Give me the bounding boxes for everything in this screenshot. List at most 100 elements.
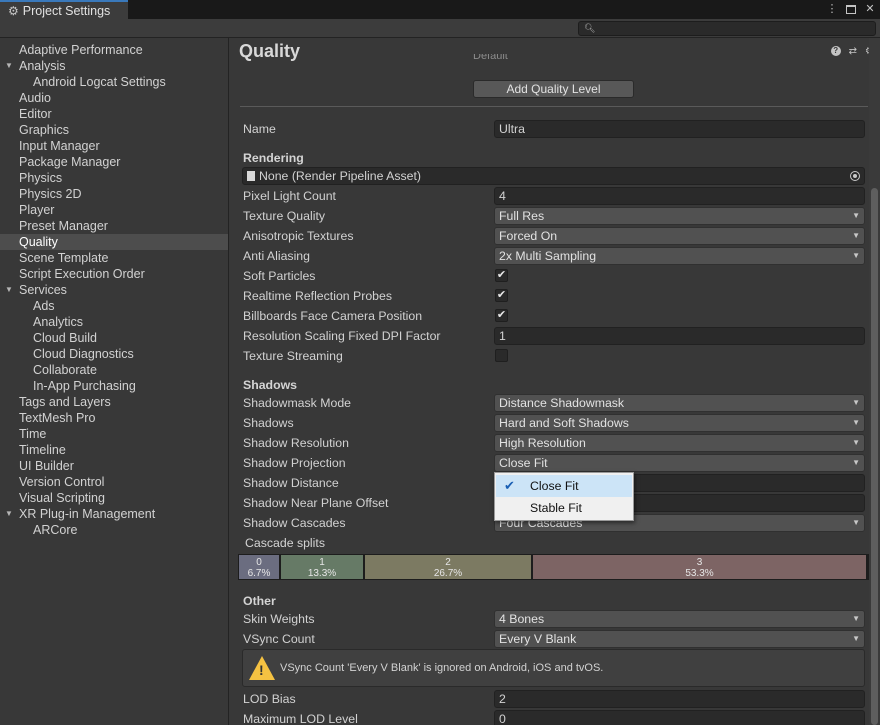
sidebar-item[interactable]: Package Manager: [0, 154, 228, 170]
shadows-dropdown[interactable]: Hard and Soft Shadows▼: [494, 414, 865, 432]
soft-particles-checkbox[interactable]: ✔: [495, 269, 508, 282]
sidebar-item[interactable]: Script Execution Order: [0, 266, 228, 282]
max-lod-field[interactable]: 0: [494, 710, 865, 725]
close-icon[interactable]: ✕: [864, 0, 876, 19]
sidebar-item[interactable]: Tags and Layers: [0, 394, 228, 410]
sidebar-item-label: TextMesh Pro: [19, 411, 95, 425]
pixel-light-count-field[interactable]: 4: [494, 187, 865, 205]
sidebar-item[interactable]: Ads: [0, 298, 228, 314]
sidebar-item-label: Time: [19, 427, 46, 441]
name-field[interactable]: Ultra: [494, 120, 865, 138]
shadow-projection-popup: ✔Close Fit Stable Fit: [494, 472, 634, 521]
dropdown-value: High Resolution: [499, 436, 586, 450]
cascade-split-segment[interactable]: 113.3%: [281, 555, 363, 579]
expand-arrow-icon[interactable]: ▼: [5, 282, 13, 298]
shadow-resolution-row: Shadow Resolution High Resolution▼: [243, 434, 865, 452]
expand-arrow-icon[interactable]: ▼: [5, 58, 13, 74]
sidebar-item-label: UI Builder: [19, 459, 74, 473]
add-quality-level-button[interactable]: Add Quality Level: [473, 80, 634, 98]
anisotropic-row: Anisotropic Textures Forced On▼: [243, 227, 865, 245]
lod-bias-field[interactable]: 2: [494, 690, 865, 708]
sidebar-item[interactable]: Graphics: [0, 122, 228, 138]
sidebar-item[interactable]: Preset Manager: [0, 218, 228, 234]
sidebar-item[interactable]: Visual Scripting: [0, 490, 228, 506]
cascade-split-segment[interactable]: 06.7%: [239, 555, 279, 579]
sidebar-item[interactable]: Collaborate: [0, 362, 228, 378]
sidebar-item[interactable]: Version Control: [0, 474, 228, 490]
sidebar-item-label: Preset Manager: [19, 219, 108, 233]
sidebar-item-label: Audio: [19, 91, 51, 105]
sidebar-item[interactable]: Input Manager: [0, 138, 228, 154]
popup-option[interactable]: ✔Close Fit: [496, 475, 632, 497]
sidebar-item[interactable]: Editor: [0, 106, 228, 122]
toolbar: 🔍︎: [0, 19, 880, 38]
anti-aliasing-dropdown[interactable]: 2x Multi Sampling▼: [494, 247, 865, 265]
cascade-splits-bar[interactable]: 06.7%113.3%226.7%353.3%: [238, 554, 869, 580]
max-lod-row: Maximum LOD Level 0: [243, 710, 865, 725]
sidebar-item[interactable]: TextMesh Pro: [0, 410, 228, 426]
gear-icon: ⚙: [8, 4, 19, 18]
sidebar-item[interactable]: Physics 2D: [0, 186, 228, 202]
sidebar-item[interactable]: UI Builder: [0, 458, 228, 474]
max-lod-label: Maximum LOD Level: [243, 711, 358, 725]
more-options-icon[interactable]: ⋮: [826, 0, 838, 19]
shadow-projection-dropdown[interactable]: Close Fit▼: [494, 454, 865, 472]
sidebar-item[interactable]: Adaptive Performance: [0, 42, 228, 58]
shadow-projection-row: Shadow Projection Close Fit▼: [243, 454, 865, 472]
lod-bias-row: LOD Bias 2: [243, 690, 865, 708]
anisotropic-dropdown[interactable]: Forced On▼: [494, 227, 865, 245]
texture-quality-dropdown[interactable]: Full Res▼: [494, 207, 865, 225]
sidebar-item[interactable]: Cloud Build: [0, 330, 228, 346]
maximize-icon[interactable]: [846, 5, 856, 14]
lod-bias-label: LOD Bias: [243, 691, 296, 707]
sidebar-item-label: Physics: [19, 171, 62, 185]
sidebar-item[interactable]: Scene Template: [0, 250, 228, 266]
sidebar-item[interactable]: ▼ Analysis: [0, 58, 228, 74]
scrollbar-thumb[interactable]: [871, 188, 878, 725]
res-scaling-field[interactable]: 1: [494, 327, 865, 345]
dropdown-value: Hard and Soft Shadows: [499, 416, 629, 430]
vsync-dropdown[interactable]: Every V Blank▼: [494, 630, 865, 648]
help-icon[interactable]: ?: [831, 46, 841, 56]
texture-streaming-checkbox[interactable]: [495, 349, 508, 362]
dropdown-value: Distance Shadowmask: [499, 396, 624, 410]
expand-arrow-icon[interactable]: ▼: [5, 506, 13, 522]
sidebar-item[interactable]: Audio: [0, 90, 228, 106]
quality-level-clipped: Default: [473, 54, 508, 62]
shadow-resolution-dropdown[interactable]: High Resolution▼: [494, 434, 865, 452]
sidebar-item[interactable]: Player: [0, 202, 228, 218]
scrollbar[interactable]: [869, 38, 880, 725]
cascade-split-index: 3: [533, 557, 866, 568]
sidebar-item[interactable]: ARCore: [0, 522, 228, 538]
shadowmask-mode-dropdown[interactable]: Distance Shadowmask▼: [494, 394, 865, 412]
sidebar-item[interactable]: Time: [0, 426, 228, 442]
cascade-splits-label: Cascade splits: [245, 536, 325, 550]
preset-icon[interactable]: ⇄: [849, 46, 857, 57]
sidebar-item[interactable]: ▼XR Plug-in Management: [0, 506, 228, 522]
render-pipeline-asset-field[interactable]: None (Render Pipeline Asset): [242, 167, 865, 185]
popup-option[interactable]: Stable Fit: [496, 497, 632, 519]
sidebar-item[interactable]: Physics: [0, 170, 228, 186]
sidebar-item[interactable]: Timeline: [0, 442, 228, 458]
sidebar: Adaptive Performance▼AnalysisAndroid Log…: [0, 38, 229, 725]
sidebar-item[interactable]: Cloud Diagnostics: [0, 346, 228, 362]
sidebar-item[interactable]: ▼Services: [0, 282, 228, 298]
window-tab[interactable]: ⚙ Project Settings: [0, 0, 128, 19]
cascade-split-segment[interactable]: 353.3%: [533, 555, 866, 579]
realtime-reflection-checkbox[interactable]: ✔: [495, 289, 508, 302]
popup-option-label: Stable Fit: [530, 501, 582, 515]
object-picker-icon[interactable]: [850, 171, 860, 181]
sidebar-item[interactable]: In-App Purchasing: [0, 378, 228, 394]
sidebar-item-label: Analysis: [19, 59, 66, 73]
sidebar-item[interactable]: Android Logcat Settings: [0, 74, 228, 90]
sidebar-item[interactable]: Analytics: [0, 314, 228, 330]
texture-streaming-row: Texture Streaming: [243, 347, 865, 365]
soft-particles-row: Soft Particles ✔: [243, 267, 865, 285]
search-input[interactable]: 🔍︎: [578, 21, 876, 36]
cascade-split-segment[interactable]: 226.7%: [365, 555, 531, 579]
warning-exclamation: !: [259, 662, 264, 678]
page-title: Quality: [239, 41, 300, 62]
billboards-checkbox[interactable]: ✔: [495, 309, 508, 322]
skin-weights-dropdown[interactable]: 4 Bones▼: [494, 610, 865, 628]
sidebar-item[interactable]: Quality: [0, 234, 228, 250]
